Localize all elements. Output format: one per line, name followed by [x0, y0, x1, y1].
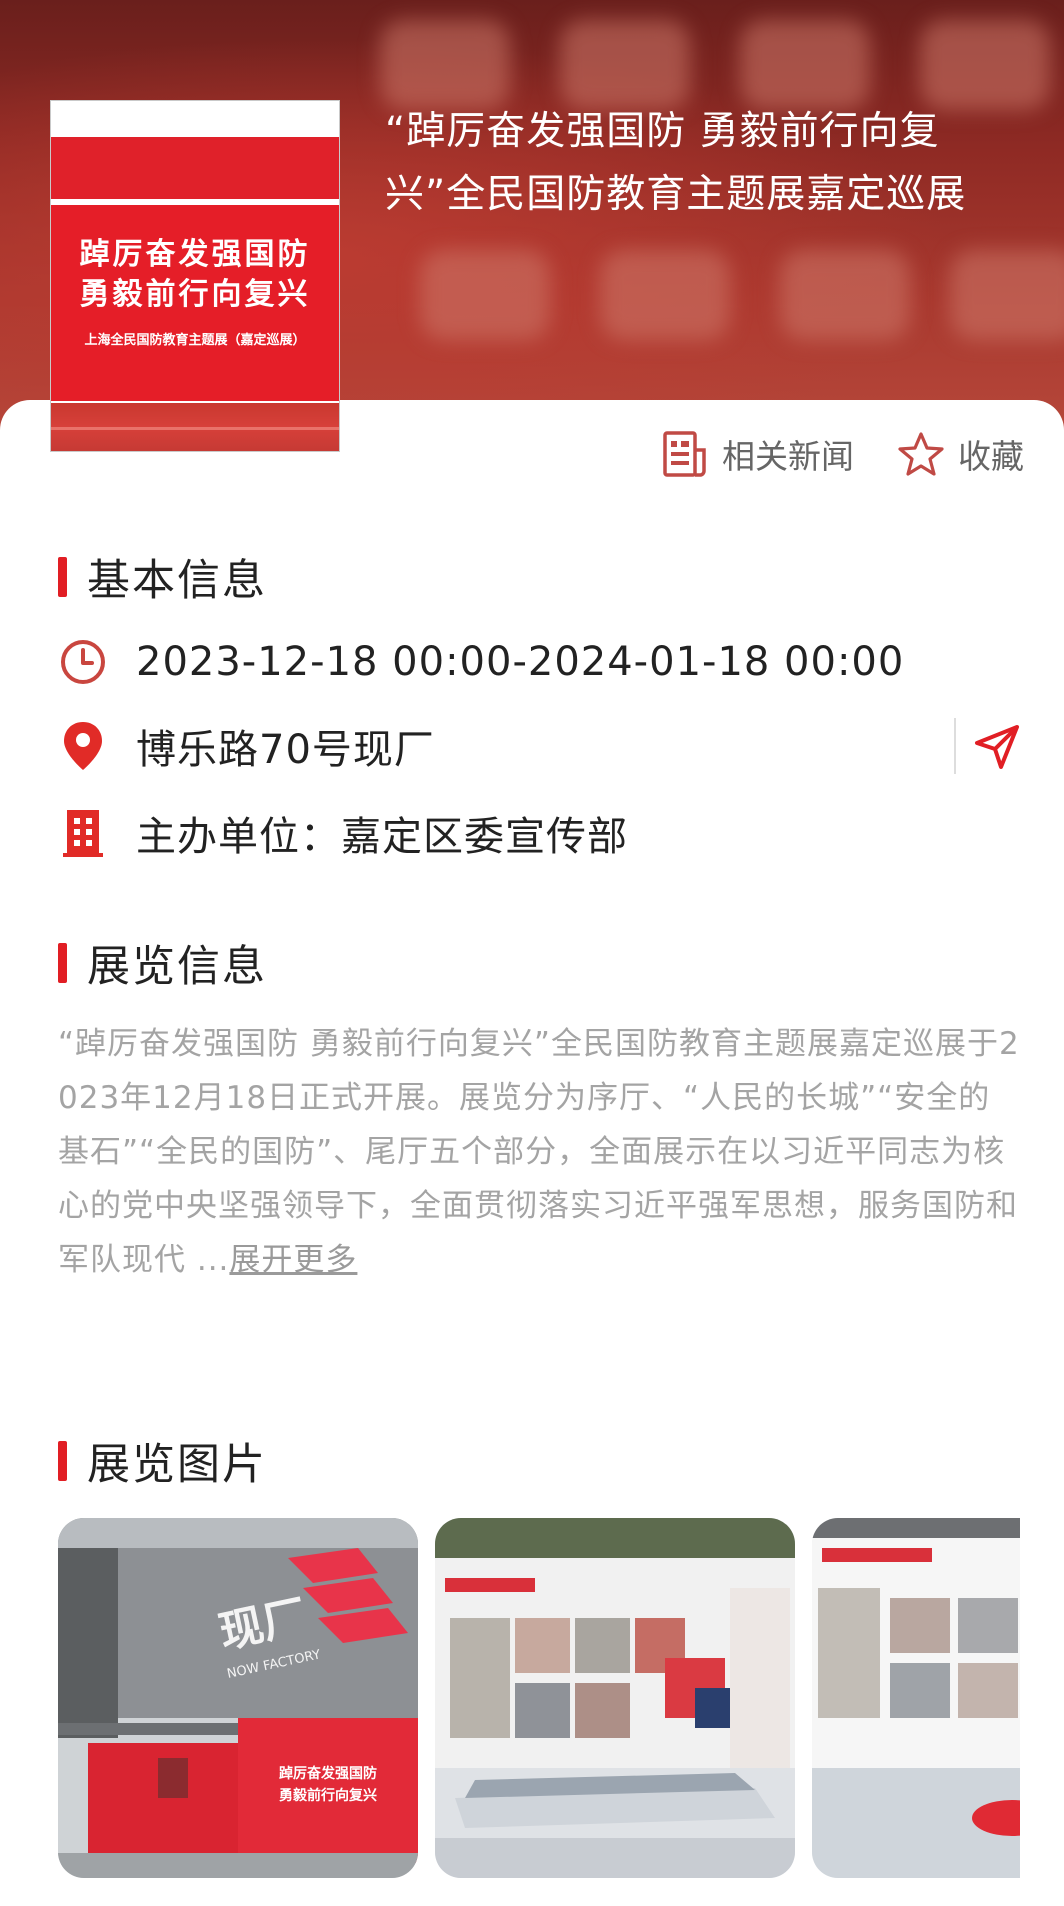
gallery-header: 展览图片 — [58, 1430, 267, 1492]
section-accent-bar — [58, 1441, 67, 1481]
favorite-label: 收藏 — [958, 437, 1024, 476]
poster-subtitle: 上海全民国防教育主题展（嘉定巡展） — [84, 333, 306, 348]
hero-bg-blur — [560, 20, 690, 110]
organizer-row: 主办单位：嘉定区委宣传部 — [58, 803, 1018, 863]
star-icon — [898, 432, 944, 476]
divider — [954, 718, 956, 774]
panel-headline-2: 勇毅前行向复兴 — [279, 1787, 377, 1804]
gallery-title: 展览图片 — [87, 1440, 267, 1490]
gallery-photo-venue[interactable]: 现厂 NOW FACTORY 踔厉奋发强国防 勇毅前行向复兴 — [58, 1518, 418, 1878]
exhibition-poster: 踔厉奋发强国防 勇毅前行向复兴 上海全民国防教育主题展（嘉定巡展） — [50, 100, 340, 452]
poster-headline-2: 勇毅前行向复兴 — [79, 277, 311, 312]
exhibition-description: “踔厉奋发强国防 勇毅前行向复兴”全民国防教育主题展嘉定巡展于2023年12月1… — [58, 1017, 1020, 1287]
building-icon — [58, 808, 108, 858]
hero-bg-blur — [780, 250, 910, 340]
basic-info-header: 基本信息 — [58, 546, 267, 608]
gallery-photo-exhibit[interactable] — [435, 1518, 795, 1878]
hero-bg-blur — [600, 250, 730, 340]
navigate-button[interactable] — [970, 720, 1024, 774]
exhibition-organizer: 主办单位：嘉定区委宣传部 — [136, 814, 628, 860]
address-row: 博乐路70号现厂 — [58, 716, 1018, 776]
hero-bg-blur — [420, 250, 550, 340]
favorite-button[interactable]: 收藏 — [898, 430, 1024, 478]
basic-info-title: 基本信息 — [87, 556, 267, 606]
news-icon — [663, 431, 706, 477]
hero-bg-blur — [920, 20, 1050, 110]
location-pin-icon — [58, 721, 108, 771]
exhibition-info-header: 展览信息 — [58, 932, 267, 994]
exhibition-datetime: 2023-12-18 00:00-2024-01-18 00:00 — [136, 639, 905, 685]
hero-bg-blur — [380, 20, 510, 110]
expand-more-link[interactable]: 展开更多 — [229, 1242, 357, 1278]
datetime-row: 2023-12-18 00:00-2024-01-18 00:00 — [58, 632, 1018, 692]
exhibition-info-title: 展览信息 — [87, 942, 267, 992]
related-news-label: 相关新闻 — [722, 437, 854, 476]
action-bar: 相关新闻 收藏 — [662, 430, 1024, 478]
poster-base — [51, 403, 339, 451]
gallery-photo-displays[interactable] — [812, 1518, 1020, 1878]
poster-top-band — [51, 137, 339, 199]
clock-icon — [58, 637, 108, 687]
section-accent-bar — [58, 943, 67, 983]
poster-main-panel: 踔厉奋发强国防 勇毅前行向复兴 上海全民国防教育主题展（嘉定巡展） — [51, 205, 339, 401]
exhibition-detail-page: “踔厉奋发强国防 勇毅前行向复兴”全民国防教育主题展嘉定巡展 踔厉奋发强国防 勇… — [0, 0, 1064, 1906]
exhibition-title: “踔厉奋发强国防 勇毅前行向复兴”全民国防教育主题展嘉定巡展 — [385, 109, 967, 217]
photo-gallery[interactable]: 现厂 NOW FACTORY 踔厉奋发强国防 勇毅前行向复兴 — [58, 1518, 1020, 1878]
panel-headline-1: 踔厉奋发强国防 — [279, 1765, 377, 1782]
navigation-arrow-icon — [975, 725, 1019, 769]
hero-bg-blur — [950, 250, 1064, 340]
content-card: 相关新闻 收藏 基本信息 2023-12-18 00:00-2024-01-18… — [0, 400, 1064, 1906]
exhibition-address: 博乐路70号现厂 — [136, 727, 435, 773]
related-news-button[interactable]: 相关新闻 — [662, 430, 854, 478]
poster-headline-1: 踔厉奋发强国防 — [79, 237, 311, 272]
hero-bg-blur — [740, 20, 870, 110]
description-text: “踔厉奋发强国防 勇毅前行向复兴”全民国防教育主题展嘉定巡展于2023年12月1… — [58, 1026, 1020, 1278]
section-accent-bar — [58, 557, 67, 597]
